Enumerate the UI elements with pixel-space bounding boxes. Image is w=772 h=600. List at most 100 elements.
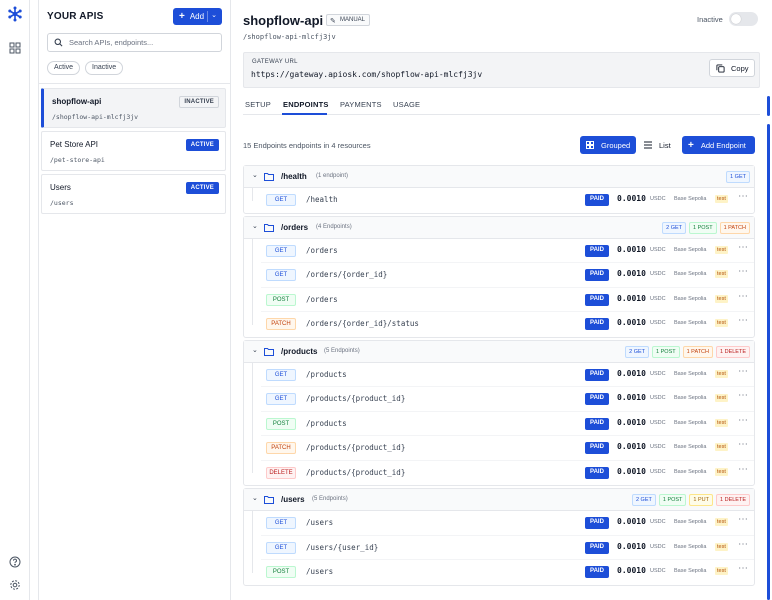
more-icon[interactable]: ⋯ [738,266,748,277]
more-icon[interactable]: ⋯ [738,291,748,302]
api-list-item[interactable]: shopflow-api /shopflow-api-mlcfj3jv INAC… [41,88,226,128]
tree-line [252,238,253,325]
method-count-badge: 1 POST [652,345,680,358]
view-grouped-button[interactable]: Grouped [580,136,636,154]
endpoint-price: 0.0010 [617,466,646,476]
filter-chip-inactive[interactable]: Inactive [85,61,124,75]
more-icon[interactable]: ⋯ [738,315,748,326]
endpoint-row[interactable]: GET/products PAID 0.0010 USDC Base Sepolia te… [261,363,754,387]
method-badge: GET [266,368,296,381]
more-icon[interactable]: ⋯ [738,366,748,377]
toggle-knob [731,14,741,24]
endpoint-price: 0.0010 [617,244,646,254]
currency-label: USDC [650,295,666,302]
method-badge: GET [266,517,296,529]
add-endpoint-button[interactable]: + Add Endpoint [682,136,755,154]
chevron-down-icon[interactable]: ⌄ [252,346,258,354]
endpoint-count: (4 Endpoints) [316,223,352,230]
currency-label: USDC [650,271,666,277]
endpoint-price: 0.0010 [617,517,646,526]
env-tag: test [715,270,728,278]
chevron-down-icon[interactable]: ⌄ [252,222,258,230]
endpoint-row[interactable]: PATCH/orders/{order_id}/status PAID 0.0010… [261,312,754,337]
tab-usage[interactable]: USAGE [393,100,420,109]
endpoint-row[interactable]: GET/users PAID 0.0010 USDC Base Sepolia test ⋯ [261,511,754,536]
api-list-item[interactable]: Users /users ACTIVE [41,174,226,214]
more-icon[interactable]: ⋯ [738,563,748,574]
grid-icon[interactable] [9,42,21,54]
endpoint-row[interactable]: GET/orders/{order_id} PAID 0.0010 USDC Base … [261,263,754,288]
pricing-badge: PAID [585,442,609,454]
settings-icon[interactable] [9,579,21,591]
tree-line [252,511,253,573]
endpoint-row[interactable]: POST/products PAID 0.0010 USDC Base Sepolia t… [261,412,754,436]
chevron-down-icon[interactable]: ⌄ [211,11,217,19]
endpoint-path: /health [306,195,338,204]
endpoint-row[interactable]: GET/health PAID 0.0010 USDC Base Sepolia test… [261,188,754,213]
resource-group-header[interactable]: ⌄ /health (1 endpoint) 1 GET [244,166,754,188]
more-icon[interactable]: ⋯ [738,242,748,253]
resource-group-header[interactable]: ⌄ /products (5 Endpoints) 2 GET 1 POST 1 PATC… [244,340,754,363]
env-tag: test [715,443,728,451]
endpoint-price: 0.0010 [617,541,646,551]
pricing-badge: PAID [585,269,609,281]
scrollbar-thumb[interactable] [767,96,770,116]
pricing-badge: PAID [585,244,609,257]
tab-endpoints[interactable]: ENDPOINTS [283,100,329,109]
endpoint-row[interactable]: PATCH/products/{product_id} PAID 0.0010 USD… [261,436,754,461]
help-icon[interactable] [9,556,21,568]
endpoint-path: /products/{product_id} [306,443,406,452]
view-list-button[interactable]: List [640,136,678,154]
method-count-badge: 1 PATCH [719,221,750,234]
api-slug: /pet-store-api [50,156,105,164]
add-api-button[interactable]: + Add ⌄ [173,8,222,25]
more-icon[interactable]: ⋯ [738,464,748,475]
chevron-down-icon[interactable]: ⌄ [252,494,258,502]
folder-icon [264,347,274,356]
more-icon[interactable]: ⋯ [738,415,748,426]
resource-path: /products [281,346,318,356]
endpoint-row[interactable]: GET/products/{product_id} PAID 0.0010 USDC B… [261,387,754,412]
more-icon[interactable]: ⋯ [738,390,748,401]
more-icon[interactable]: ⋯ [738,439,748,450]
copy-button[interactable]: Copy [709,59,755,77]
resource-group-header[interactable]: ⌄ /users (5 Endpoints) 2 GET 1 POST 1 PUT 1 DE… [244,489,754,511]
currency-label: USDC [650,519,666,525]
active-toggle[interactable] [729,12,758,26]
tree-line [252,188,253,201]
network-label: Base Sepolia [674,370,707,377]
tab-payments[interactable]: PAYMENTS [340,100,382,109]
endpoint-path: /products/{product_id} [306,394,406,403]
api-name: Pet Store API [50,140,99,149]
endpoint-row[interactable]: POST/orders PAID 0.0010 USDC Base Sepolia tes… [261,288,754,312]
more-icon[interactable]: ⋯ [738,539,748,550]
env-tag: test [715,195,728,203]
endpoint-row[interactable]: GET/orders PAID 0.0010 USDC Base Sepolia test… [261,239,754,263]
tab-setup[interactable]: SETUP [245,100,271,109]
more-icon[interactable]: ⋯ [738,191,748,202]
chevron-down-icon[interactable]: ⌄ [252,171,258,179]
currency-label: USDC [650,543,666,550]
endpoint-row[interactable]: POST/users PAID 0.0010 USDC Base Sepolia test… [261,560,754,585]
endpoint-row[interactable]: GET/users/{user_id} PAID 0.0010 USDC Base Se… [261,536,754,560]
tab-bar: SETUP ENDPOINTS PAYMENTS USAGE [243,95,760,115]
endpoint-row[interactable]: DELETE/products/{product_id} PAID 0.0010 US… [261,461,754,486]
filter-chip-active[interactable]: Active [47,61,81,75]
resource-path: /orders [281,222,309,232]
api-search-box[interactable] [47,33,222,52]
api-search-input[interactable] [69,38,219,47]
method-badge: POST [266,293,296,306]
endpoint-price: 0.0010 [617,393,646,402]
resource-group-header[interactable]: ⌄ /orders (4 Endpoints) 2 GET 1 POST 1 PATCH [244,216,754,239]
more-icon[interactable]: ⋯ [738,514,748,525]
pricing-badge: PAID [585,541,609,554]
api-list-item[interactable]: Pet Store API /pet-store-api ACTIVE [41,131,226,171]
add-api-label: Add [189,12,205,21]
app-logo-icon[interactable] [7,6,23,22]
status-badge: ACTIVE [185,182,219,194]
scrollbar-thumb[interactable] [767,124,770,600]
method-badge: PATCH [266,318,296,330]
endpoint-groups[interactable]: ⌄ /health (1 endpoint) 1 GET GET/health PAID 0… [243,165,755,600]
api-slug: /users [50,199,74,207]
env-tag: test [715,567,728,575]
